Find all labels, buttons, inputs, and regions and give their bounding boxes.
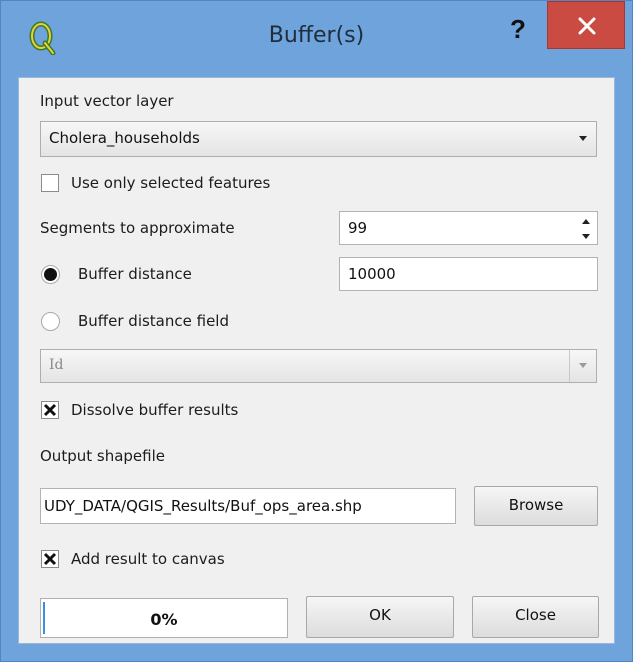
radio-selected-dot [44,268,57,281]
progress-bar: 0% [40,598,288,638]
dialog-window: Buffer(s) ? Input vector layer Cholera_h… [0,0,633,662]
input-layer-value: Cholera_households [49,129,200,147]
output-path-value: UDY_DATA/QGIS_Results/Buf_ops_area.shp [44,497,362,515]
dissolve-checkbox[interactable] [41,401,59,419]
segments-value: 99 [348,219,368,237]
segments-spinbox[interactable]: 99 [339,211,598,245]
segments-stepper[interactable] [576,213,596,245]
add-to-canvas-checkbox[interactable] [41,550,59,568]
spin-down-icon[interactable] [576,229,596,245]
input-layer-label: Input vector layer [40,92,174,110]
progress-text: 0% [150,610,178,629]
buffer-distance-field-label: Buffer distance field [78,312,229,330]
use-selected-checkbox[interactable] [41,174,59,192]
help-button[interactable]: ? [501,9,535,49]
dropdown-arrow-icon [569,350,596,382]
input-layer-select[interactable]: Cholera_households [40,121,597,157]
checkmark-icon [43,552,57,566]
buffer-distance-value: 10000 [348,265,396,283]
buffer-distance-input[interactable]: 10000 [339,257,598,291]
close-icon [578,17,596,35]
ok-label: OK [369,606,391,624]
dissolve-label: Dissolve buffer results [71,401,239,419]
buffer-distance-label: Buffer distance [78,265,192,283]
distance-field-select[interactable]: Id [40,349,597,383]
browse-label: Browse [508,496,564,514]
checkmark-icon [43,403,57,417]
segments-label: Segments to approximate [40,219,235,237]
dialog-body: Input vector layer Cholera_households Us… [18,77,615,644]
close-button[interactable]: Close [472,596,599,638]
distance-field-value: Id [49,357,64,373]
buffer-distance-radio[interactable] [41,265,60,284]
output-shapefile-label: Output shapefile [40,447,165,465]
ok-button[interactable]: OK [306,596,454,638]
add-to-canvas-label: Add result to canvas [71,550,225,568]
buffer-distance-field-radio[interactable] [41,312,60,331]
window-close-button[interactable] [547,1,625,49]
window-title: Buffer(s) [268,23,365,48]
spin-up-icon[interactable] [576,213,596,229]
dropdown-arrow-icon [570,122,596,156]
browse-button[interactable]: Browse [474,486,598,526]
close-label: Close [515,606,556,624]
output-path-input[interactable]: UDY_DATA/QGIS_Results/Buf_ops_area.shp [40,488,456,524]
title-bar[interactable]: Buffer(s) ? [1,1,632,77]
use-selected-label: Use only selected features [71,174,271,192]
